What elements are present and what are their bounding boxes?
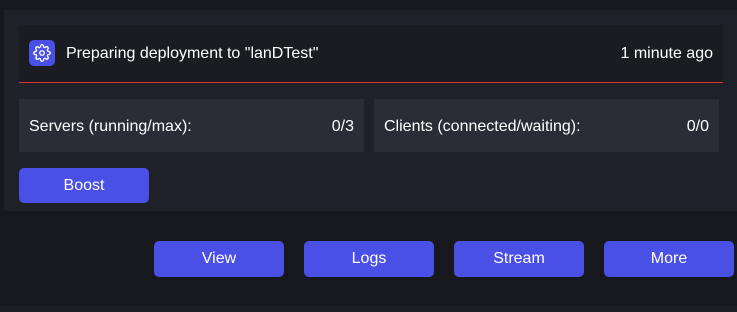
page: Preparing deployment to "lanDTest" 1 min… [0,0,737,312]
boost-button[interactable]: Boost [19,168,149,203]
deployment-timestamp: 1 minute ago [620,45,713,62]
deployment-card: Preparing deployment to "lanDTest" 1 min… [4,10,737,211]
servers-value: 0/3 [331,118,354,135]
view-button[interactable]: View [154,241,284,277]
clients-stat: Clients (connected/waiting): 0/0 [374,99,719,152]
deployment-status-row: Preparing deployment to "lanDTest" 1 min… [19,25,723,83]
servers-stat: Servers (running/max): 0/3 [19,99,364,152]
servers-label: Servers (running/max): [29,118,192,135]
clients-label: Clients (connected/waiting): [384,118,581,135]
stream-button[interactable]: Stream [454,241,584,277]
deployment-status-text: Preparing deployment to "lanDTest" [66,45,319,62]
clients-value: 0/0 [686,118,709,135]
bottom-divider [0,306,737,312]
more-button[interactable]: More [604,241,734,277]
logs-button[interactable]: Logs [304,241,434,277]
gear-icon [29,40,55,66]
